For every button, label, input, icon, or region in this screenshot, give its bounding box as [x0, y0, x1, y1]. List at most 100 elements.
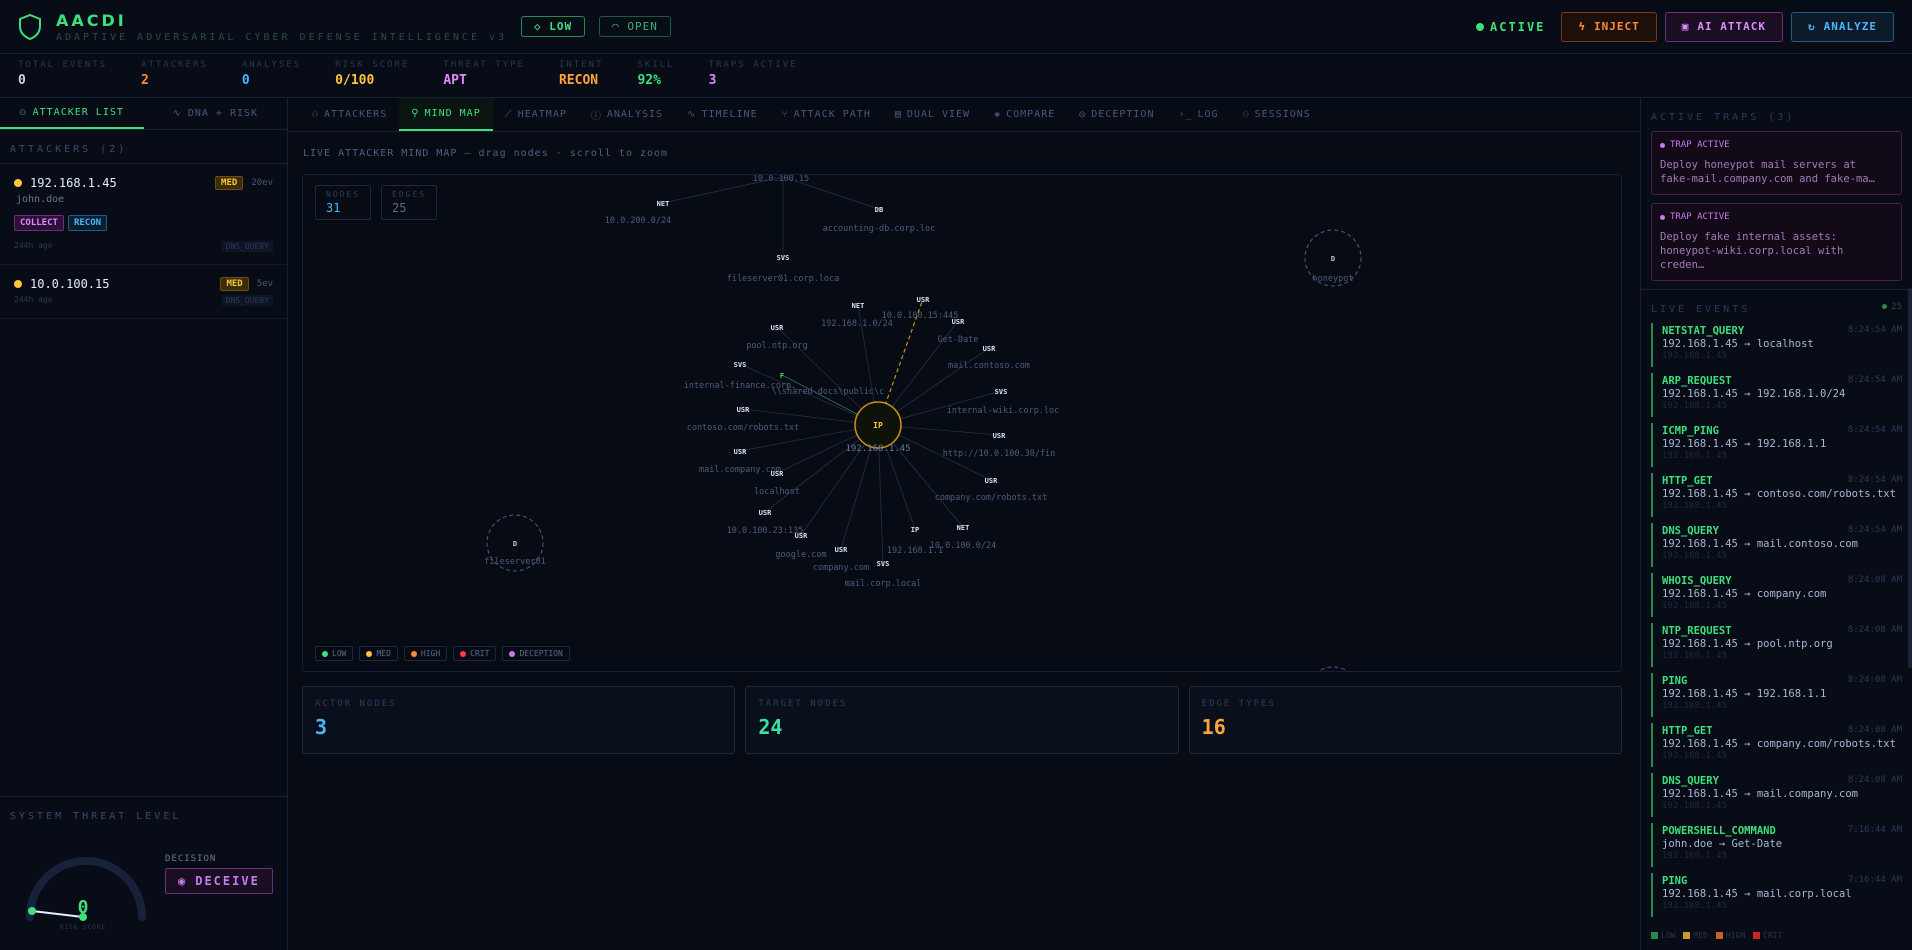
legend-low: LOW: [315, 646, 354, 661]
map-node-glyph[interactable]: USR: [835, 546, 848, 554]
map-node-glyph[interactable]: SVS: [777, 254, 790, 262]
event-item[interactable]: DNS_QUERY 192.168.1.45 → mail.company.com…: [1651, 773, 1902, 817]
tab-compare[interactable]: ◈ COMPARE: [982, 98, 1067, 131]
map-node-glyph[interactable]: SVS: [877, 560, 890, 568]
tab-dna-risk[interactable]: ∿ DNA + RISK: [144, 98, 288, 129]
event-legend-crit: CRIT: [1753, 931, 1782, 940]
event-item[interactable]: NETSTAT_QUERY 192.168.1.45 → localhost 192…: [1651, 323, 1902, 367]
map-node-glyph[interactable]: USR: [737, 406, 750, 414]
event-detail: 192.168.1.45 → company.com: [1662, 588, 1827, 600]
analyze-button[interactable]: ↻ ANALYZE: [1791, 11, 1894, 42]
tab-attackers[interactable]: ⚇ ATTACKERS: [300, 98, 399, 131]
map-node-glyph[interactable]: USR: [771, 324, 784, 332]
last-event-type: DNS_QUERY: [221, 295, 273, 306]
event-count: 20ev: [251, 178, 273, 188]
decision-deceive-button[interactable]: ◉ DECEIVE: [165, 868, 273, 894]
attacker-row[interactable]: 10.0.100.15 MED 5ev 244h ago DNS_QUERY: [0, 265, 287, 319]
event-item[interactable]: WHOIS_QUERY 192.168.1.45 → company.com 192…: [1651, 573, 1902, 617]
event-time: 8:24:08 AM: [1847, 675, 1902, 685]
event-item[interactable]: PING 192.168.1.45 → 192.168.1.1 192.168.1.…: [1651, 673, 1902, 717]
event-item[interactable]: PING 192.168.1.45 → mail.corp.local 192.16…: [1651, 873, 1902, 917]
event-detail: 192.168.1.45 → localhost: [1662, 338, 1814, 350]
mind-map-caption: LIVE ATTACKER MIND MAP — drag nodes · sc…: [303, 148, 669, 159]
ai-attack-button[interactable]: ▣ AI ATTACK: [1664, 11, 1784, 42]
map-node-glyph[interactable]: SVS: [734, 361, 747, 369]
event-feed[interactable]: NETSTAT_QUERY 192.168.1.45 → localhost 192…: [1641, 323, 1912, 917]
trap-card[interactable]: TRAP ACTIVE Deploy honeypot mail servers …: [1651, 131, 1902, 195]
map-node-glyph[interactable]: NET: [957, 524, 970, 532]
map-node-label: 10.0.100.23:135: [727, 526, 804, 536]
inject-button[interactable]: ϟ INJECT: [1561, 11, 1657, 42]
summary-cards: ACTOR NODES 3 TARGET NODES 24 EDGE TYPES 16: [302, 686, 1622, 754]
map-node-glyph[interactable]: USR: [983, 345, 996, 353]
tab-attack-path[interactable]: ⑂ ATTACK PATH: [770, 98, 883, 131]
map-node-glyph[interactable]: USR: [759, 509, 772, 517]
event-item[interactable]: HTTP_GET 192.168.1.45 → contoso.com/robot…: [1651, 473, 1902, 517]
legend-label: MED: [376, 649, 391, 658]
tab-dual-view[interactable]: ▤ DUAL VIEW: [883, 98, 982, 131]
decoy-node[interactable]: [1305, 666, 1361, 672]
decoy-node-glyph: D: [513, 540, 517, 548]
event-item[interactable]: ARP_REQUEST 192.168.1.45 → 192.168.1.0/24…: [1651, 373, 1902, 417]
tab-mind-map[interactable]: ⚲ MIND MAP: [399, 98, 493, 131]
hub-node-glyph: IP: [873, 421, 883, 430]
map-node-label: pool.ntp.org: [746, 341, 807, 351]
tab-label: COMPARE: [1006, 109, 1056, 120]
map-node-glyph[interactable]: USR: [734, 448, 747, 456]
map-node-glyph[interactable]: NET: [852, 302, 865, 310]
attacker-row[interactable]: 192.168.1.45 MED 20ev john.doe COLLECT RECON 2…: [0, 164, 287, 265]
tab-label: DUAL VIEW: [906, 109, 971, 120]
event-item[interactable]: POWERSHELL_COMMAND john.doe → Get-Date 192…: [1651, 823, 1902, 867]
tab-analysis[interactable]: ⓘ ANALYSIS: [579, 98, 675, 131]
decoy-node-label: fileserver01: [484, 557, 545, 567]
tab-attacker-list[interactable]: ⚇ ATTACKER LIST: [0, 98, 144, 129]
severity-badge: MED: [220, 277, 249, 291]
stat-4: THREAT TYPE APT: [443, 60, 525, 97]
map-node-glyph[interactable]: USR: [917, 296, 930, 304]
map-node-glyph[interactable]: USR: [952, 318, 965, 326]
stat-value: APT: [443, 73, 467, 88]
map-node-glyph[interactable]: F: [780, 372, 784, 380]
event-time: 8:24:54 AM: [1847, 325, 1902, 335]
event-time: 8:24:54 AM: [1847, 475, 1902, 485]
event-detail: john.doe → Get-Date: [1662, 838, 1783, 850]
threat-level-pill[interactable]: ◇ LOW: [521, 16, 586, 37]
tab-label: LOG: [1197, 109, 1219, 120]
map-node-glyph[interactable]: NET: [657, 200, 670, 208]
event-time: 7:16:44 AM: [1847, 875, 1902, 885]
event-source: 192.168.1.45: [1662, 501, 1728, 511]
tab-icon: ⚇: [1242, 109, 1250, 120]
event-feed-scrollbar[interactable]: [1908, 288, 1912, 668]
severity-legend: LOW MED HIGH CRIT DECEPTION: [315, 646, 570, 661]
event-time: 8:24:08 AM: [1847, 625, 1902, 635]
event-item[interactable]: DNS_QUERY 192.168.1.45 → mail.contoso.com…: [1651, 523, 1902, 567]
decoy-node-label: honeypot: [1313, 274, 1354, 284]
map-node-glyph[interactable]: IP: [911, 526, 919, 534]
tab-deception[interactable]: ◎ DECEPTION: [1067, 98, 1166, 131]
map-node-glyph[interactable]: USR: [795, 532, 808, 540]
tab-icon: ›_: [1178, 109, 1193, 120]
map-node-glyph[interactable]: USR: [985, 477, 998, 485]
map-node-label: company.com/robots.txt: [935, 493, 1048, 503]
event-item[interactable]: NTP_REQUEST 192.168.1.45 → pool.ntp.org 19…: [1651, 623, 1902, 667]
risk-gauge: 0 RISK SCORE: [26, 857, 146, 931]
tab-timeline[interactable]: ∿ TIMELINE: [675, 98, 770, 131]
trap-card[interactable]: TRAP ACTIVE Deploy fake internal assets: …: [1651, 203, 1902, 281]
mind-map-canvas[interactable]: IP 192.168.1.45 NET 10.0.200.0/24 10.0.100.1…: [302, 174, 1622, 672]
event-item[interactable]: ICMP_PING 192.168.1.45 → 192.168.1.1 192.1…: [1651, 423, 1902, 467]
stat-6: SKILL 92%: [637, 60, 674, 97]
tab-label: SESSIONS: [1254, 109, 1311, 120]
robot-icon: ▣: [1681, 20, 1690, 33]
map-node-glyph[interactable]: DB: [875, 206, 883, 214]
open-pill[interactable]: ◠ OPEN: [599, 16, 671, 37]
mind-map-svg[interactable]: IP 192.168.1.45 NET 10.0.200.0/24 10.0.100.1…: [303, 175, 1622, 672]
event-item[interactable]: HTTP_GET 192.168.1.45 → company.com/robot…: [1651, 723, 1902, 767]
map-node-glyph[interactable]: SVS: [995, 388, 1008, 396]
map-node-glyph[interactable]: USR: [993, 432, 1006, 440]
tab-sessions[interactable]: ⚇ SESSIONS: [1231, 98, 1323, 131]
event-source: 192.168.1.45: [1662, 751, 1728, 761]
map-node-glyph[interactable]: USR: [771, 470, 784, 478]
severity-badge: MED: [215, 176, 244, 190]
tab-log[interactable]: ›_ LOG: [1166, 98, 1230, 131]
tab-heatmap[interactable]: ⟋ HEATMAP: [493, 98, 579, 131]
